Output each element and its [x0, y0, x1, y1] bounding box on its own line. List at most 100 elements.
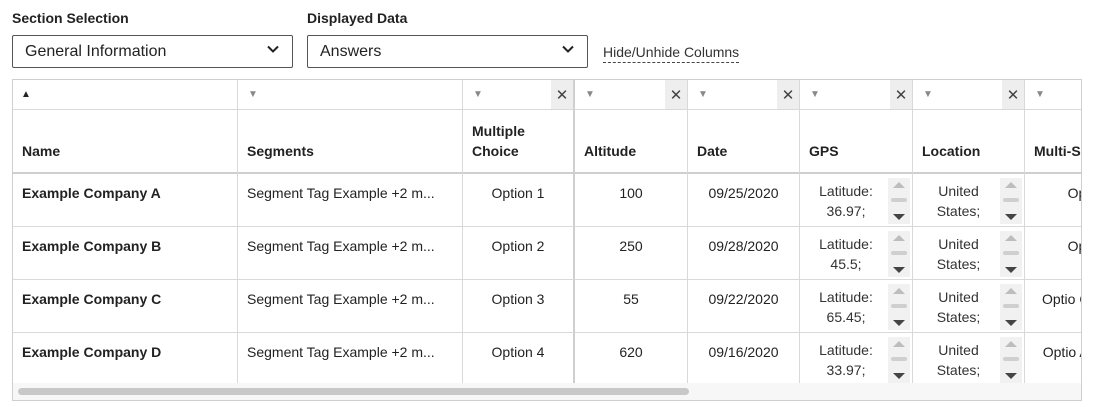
cell-scrollbar[interactable] [1000, 178, 1022, 224]
chevron-down-icon [266, 42, 280, 61]
scroll-up-icon[interactable] [893, 341, 905, 347]
cell-location[interactable]: United States; [913, 333, 1025, 386]
scroll-up-icon[interactable] [893, 182, 905, 188]
cell-multiple_choice: Option 2 [463, 227, 575, 280]
cell-scrollbar[interactable] [888, 284, 910, 330]
scroll-thumb[interactable] [891, 198, 907, 202]
cell-text: 250 [619, 238, 643, 254]
chevron-down-icon [561, 42, 575, 61]
cell-text: Option 2 [491, 238, 545, 254]
cell-segments: Segment Tag Example +2 m... [238, 174, 463, 227]
horizontal-scrollbar-thumb[interactable] [18, 388, 689, 395]
scroll-up-icon[interactable] [1005, 288, 1017, 294]
clear-filter-icon[interactable]: ✕ [1002, 80, 1024, 109]
scroll-down-icon[interactable] [1005, 267, 1017, 273]
cell-name[interactable]: Example Company B [13, 227, 238, 280]
scroll-up-icon[interactable] [1005, 235, 1017, 241]
cell-multiple_choice: Option 1 [463, 174, 575, 227]
filter-dropdown-icon[interactable]: ▼ [1035, 89, 1045, 100]
column-header-altitude[interactable]: Altitude [575, 110, 688, 174]
clear-filter-icon[interactable]: ✕ [665, 80, 687, 109]
clear-filter-icon[interactable]: ✕ [551, 80, 573, 109]
column-header-segments[interactable]: Segments [238, 110, 463, 174]
cell-gps[interactable]: Latitude: 36.97; [800, 174, 913, 227]
scroll-up-icon[interactable] [893, 235, 905, 241]
filter-dropdown-icon[interactable]: ▼ [698, 89, 708, 100]
filter-cell-segments[interactable]: ▼ [238, 80, 463, 110]
clear-filter-icon[interactable]: ✕ [777, 80, 799, 109]
column-header-gps[interactable]: GPS [800, 110, 913, 174]
sort-ascending-icon[interactable]: ▲ [21, 89, 31, 100]
filter-dropdown-icon[interactable]: ▼ [473, 89, 483, 100]
scroll-down-icon[interactable] [893, 373, 905, 379]
cell-gps[interactable]: Latitude: 33.97; [800, 333, 913, 386]
column-header-date[interactable]: Date [688, 110, 800, 174]
cell-scrollbar[interactable] [1000, 284, 1022, 330]
filter-dropdown-icon[interactable]: ▼ [585, 89, 595, 100]
cell-multiple_choice: Option 3 [463, 280, 575, 333]
cell-text: Example Company B [22, 238, 162, 254]
cell-location[interactable]: United States; [913, 227, 1025, 280]
scroll-down-icon[interactable] [1005, 214, 1017, 220]
scroll-thumb[interactable] [1003, 251, 1019, 255]
scroll-down-icon[interactable] [893, 320, 905, 326]
column-header-location[interactable]: Location [913, 110, 1025, 174]
cell-text: Optio C;Opti [1041, 291, 1081, 307]
scroll-thumb[interactable] [891, 251, 907, 255]
displayed-data-label: Displayed Data [307, 10, 408, 26]
cell-name[interactable]: Example Company A [13, 174, 238, 227]
cell-scrollbar[interactable] [1000, 337, 1022, 383]
cell-date: 09/22/2020 [688, 280, 800, 333]
filter-cell-date[interactable]: ▼ ✕ [688, 80, 800, 110]
cell-text: 100 [619, 185, 643, 201]
column-header-label: Name [22, 143, 61, 159]
column-header-multiple_choice[interactable]: Multiple Choice [463, 110, 575, 174]
scroll-down-icon[interactable] [1005, 373, 1017, 379]
cell-text: Option 1 [491, 185, 545, 201]
column-header-multi[interactable]: Multi-S [1025, 110, 1081, 174]
filter-cell-name[interactable]: ▲ [13, 80, 238, 110]
scroll-down-icon[interactable] [1005, 320, 1017, 326]
filter-cell-gps[interactable]: ▼ ✕ [800, 80, 913, 110]
section-selection-value: General Information [25, 42, 167, 60]
filter-dropdown-icon[interactable]: ▼ [248, 89, 258, 100]
scroll-down-icon[interactable] [893, 214, 905, 220]
scroll-up-icon[interactable] [1005, 182, 1017, 188]
clear-filter-icon[interactable]: ✕ [890, 80, 912, 109]
cell-multi: Optio A;Opti [1025, 333, 1081, 386]
cell-name[interactable]: Example Company D [13, 333, 238, 386]
filter-cell-multi[interactable]: ▼ [1025, 80, 1081, 110]
scroll-up-icon[interactable] [893, 288, 905, 294]
scroll-thumb[interactable] [891, 357, 907, 361]
cell-text: Segment Tag Example +2 m... [247, 238, 435, 254]
filter-cell-location[interactable]: ▼ ✕ [913, 80, 1025, 110]
filter-cell-altitude[interactable]: ▼ ✕ [575, 80, 688, 110]
scroll-up-icon[interactable] [1005, 341, 1017, 347]
cell-text: Option 3 [491, 291, 545, 307]
scroll-thumb[interactable] [1003, 357, 1019, 361]
filter-cell-multiple_choice[interactable]: ▼ ✕ [463, 80, 575, 110]
cell-scrollbar[interactable] [888, 178, 910, 224]
scroll-down-icon[interactable] [893, 267, 905, 273]
cell-text: Example Company D [22, 344, 162, 360]
cell-scrollbar[interactable] [888, 337, 910, 383]
filter-dropdown-icon[interactable]: ▼ [923, 89, 933, 100]
cell-location[interactable]: United States; [913, 280, 1025, 333]
scroll-thumb[interactable] [1003, 198, 1019, 202]
hide-unhide-columns-link[interactable]: Hide/Unhide Columns [603, 44, 740, 63]
cell-scrollbar[interactable] [1000, 231, 1022, 277]
cell-text: 09/22/2020 [708, 291, 779, 307]
cell-scrollbar[interactable] [888, 231, 910, 277]
cell-segments: Segment Tag Example +2 m... [238, 280, 463, 333]
cell-gps[interactable]: Latitude: 45.5; [800, 227, 913, 280]
scroll-thumb[interactable] [891, 304, 907, 308]
cell-name[interactable]: Example Company C [13, 280, 238, 333]
section-selection-dropdown[interactable]: General Information [12, 35, 293, 68]
filter-dropdown-icon[interactable]: ▼ [810, 89, 820, 100]
cell-location[interactable]: United States; [913, 174, 1025, 227]
cell-text: Optio A;Opti [1042, 344, 1081, 360]
displayed-data-dropdown[interactable]: Answers [307, 35, 588, 68]
column-header-name[interactable]: Name [13, 110, 238, 174]
cell-gps[interactable]: Latitude: 65.45; [800, 280, 913, 333]
scroll-thumb[interactable] [1003, 304, 1019, 308]
